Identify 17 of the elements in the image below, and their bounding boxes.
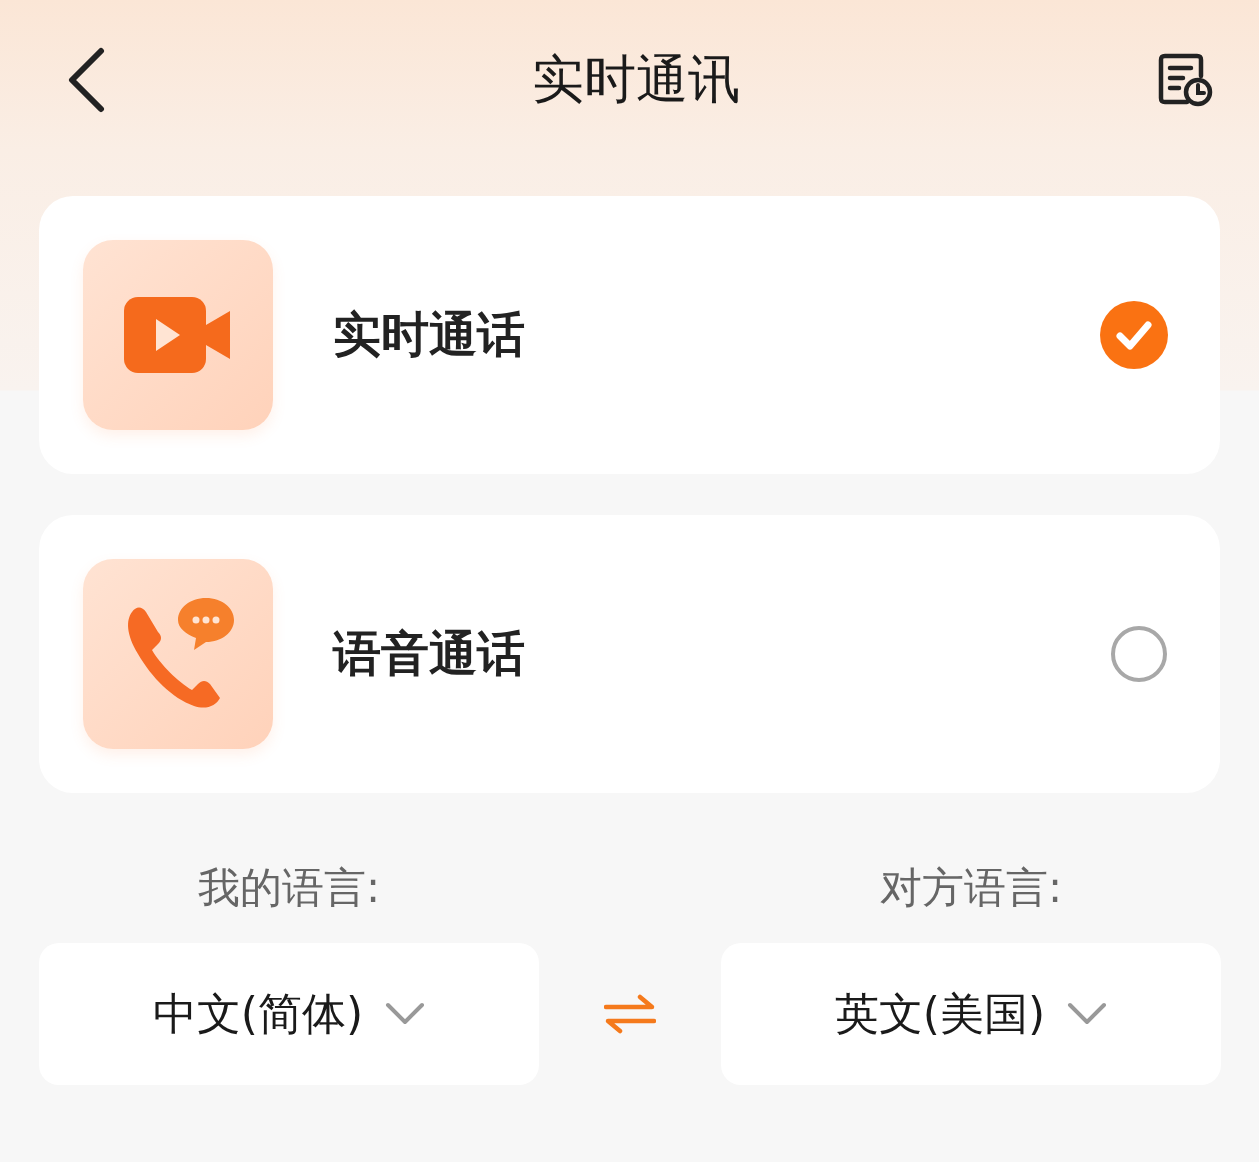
- page-title: 实时通讯: [531, 48, 740, 111]
- language-label: 我的语言:: [196, 862, 382, 914]
- swap-icon: [604, 994, 656, 1034]
- language-label: 对方语言:: [878, 862, 1064, 914]
- radio-unchecked[interactable]: [1110, 625, 1168, 683]
- chevron-down-icon: [1067, 1002, 1108, 1026]
- call-mode-card[interactable]: 语音通话: [39, 515, 1220, 793]
- call-mode-label: 实时通话: [333, 305, 526, 364]
- language-select[interactable]: 英文(美国): [721, 943, 1221, 1085]
- call-mode-label: 语音通话: [333, 624, 526, 683]
- radio-checked[interactable]: [1100, 301, 1168, 369]
- call-mode-card[interactable]: 实时通话: [39, 196, 1220, 474]
- history-icon: [1157, 52, 1213, 108]
- video-camera-icon: [124, 297, 232, 373]
- language-select[interactable]: 中文(简体): [39, 943, 539, 1085]
- back-icon: [67, 47, 105, 113]
- chevron-down-icon: [385, 1002, 426, 1026]
